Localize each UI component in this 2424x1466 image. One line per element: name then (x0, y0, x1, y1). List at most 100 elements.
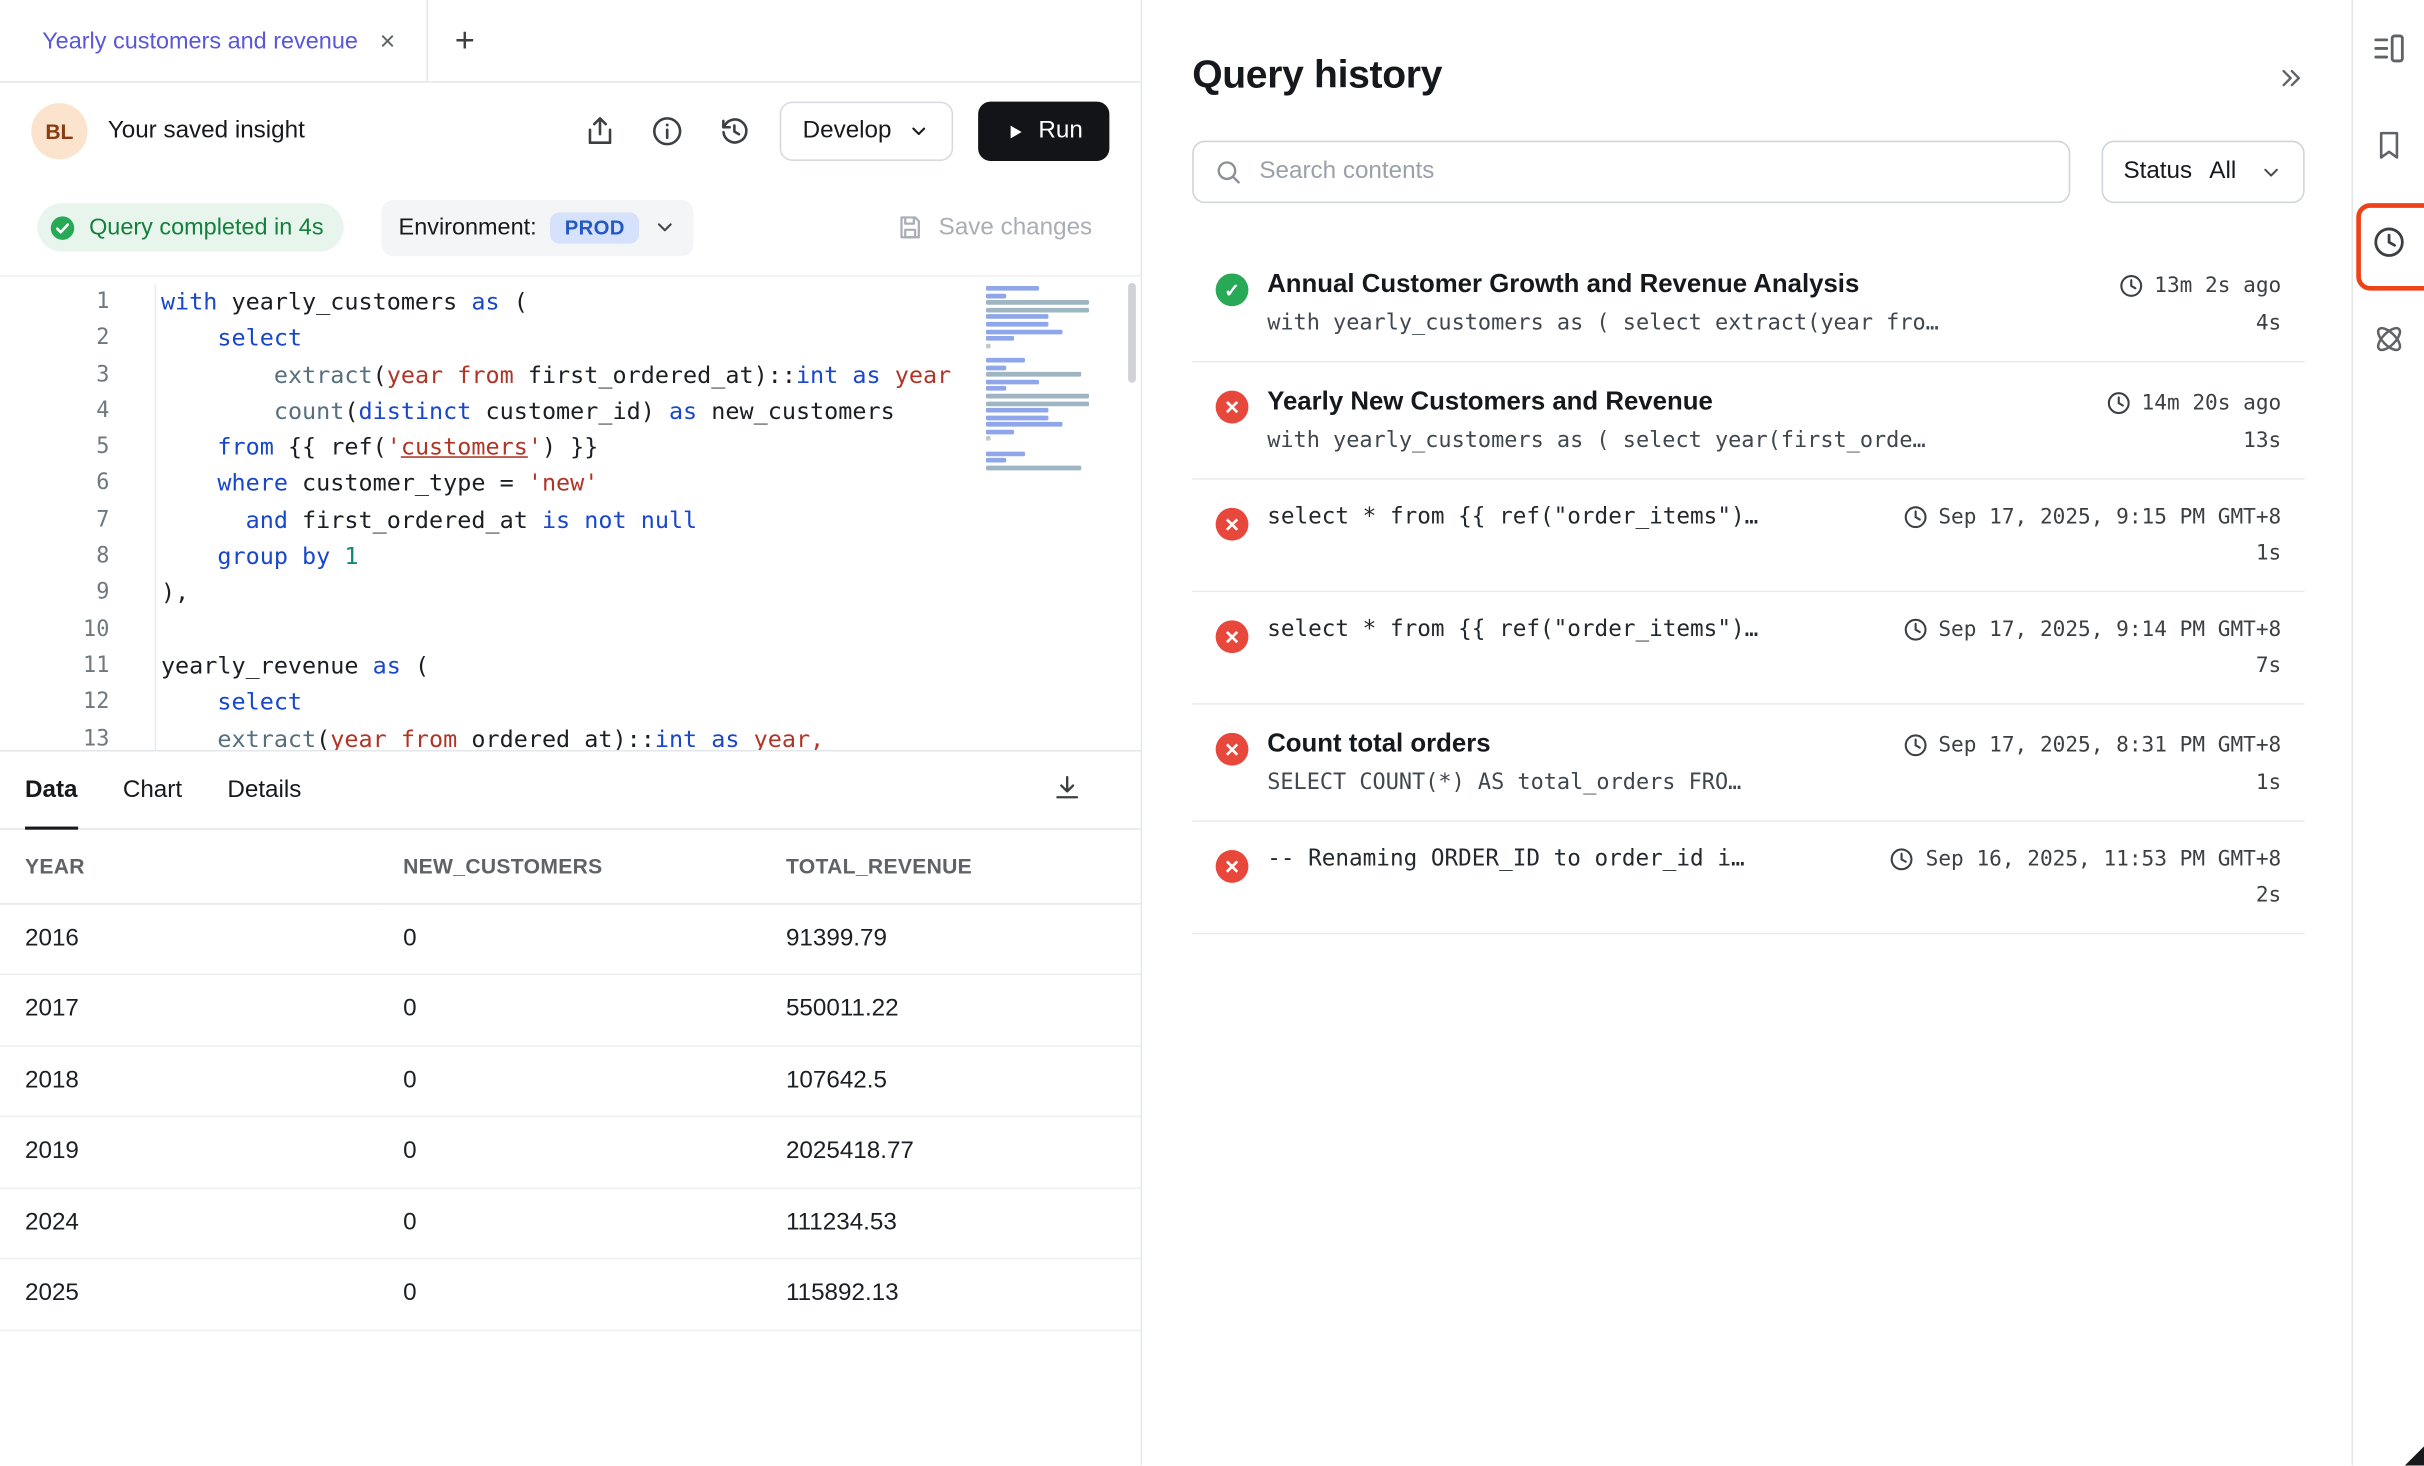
layout-panel-button[interactable] (2369, 28, 2410, 69)
tab-chart[interactable]: Chart (123, 752, 182, 829)
tab-details[interactable]: Details (227, 752, 301, 829)
avatar[interactable]: BL (31, 103, 87, 159)
clock-icon (1902, 505, 1927, 530)
new-tab-button[interactable]: + (455, 20, 475, 61)
code-line[interactable]: 10 (0, 612, 1141, 648)
clock-icon (2118, 273, 2143, 298)
share-icon (582, 114, 616, 148)
history-item-title: Yearly New Customers and Revenue (1267, 388, 1713, 418)
line-number: 4 (0, 394, 109, 430)
editor-pane: Yearly customers and revenue × + BL Your… (0, 0, 1142, 1466)
success-check-icon (48, 213, 76, 241)
table-cell: 2018 (0, 1045, 378, 1116)
table-row[interactable]: 20180107642.5 (0, 1045, 1141, 1116)
error-icon: ✕ (1216, 850, 1249, 883)
code-text: where customer_type = 'new' (155, 466, 1141, 502)
status-bar: Query completed in 4s Environment: PROD … (0, 180, 1141, 275)
success-icon: ✓ (1216, 273, 1249, 306)
history-item[interactable]: ✓Annual Customer Growth and Revenue Anal… (1192, 245, 2305, 362)
code-line[interactable]: 13 extract(year from ordered_at)::int as… (0, 721, 1141, 750)
search-input[interactable] (1192, 141, 2070, 204)
code-line[interactable]: 9), (0, 576, 1141, 612)
status-filter[interactable]: Status All (2102, 141, 2305, 204)
collapse-panel-button[interactable] (2277, 64, 2305, 97)
sql-editor[interactable]: 1with yearly_customers as (2 select3 ext… (0, 275, 1141, 750)
code-text: group by 1 (155, 539, 1141, 575)
history-item[interactable]: ✕-- Renaming ORDER_ID to order_id i…Sep … (1192, 822, 2305, 935)
code-line[interactable]: 1with yearly_customers as ( (0, 284, 1141, 320)
share-button[interactable] (579, 111, 620, 152)
code-line[interactable]: 2 select (0, 321, 1141, 357)
results-table: YEARNEW_CUSTOMERSTOTAL_REVENUE 201609139… (0, 830, 1141, 1331)
table-cell: 0 (378, 1045, 761, 1116)
query-history-header: Query history (1192, 53, 2305, 98)
environment-selector[interactable]: Environment: PROD (381, 199, 693, 255)
history-item[interactable]: ✕select * from {{ ref("order_items")…Sep… (1192, 480, 2305, 593)
line-number: 1 (0, 284, 109, 320)
results-panel: Data Chart Details YEARNEW_CUSTOMERSTOTAL_… (0, 750, 1141, 1466)
code-line[interactable]: 8 group by 1 (0, 539, 1141, 575)
play-icon (1004, 121, 1024, 141)
tab-bar: Yearly customers and revenue × + (0, 0, 1141, 83)
history-icon (717, 114, 751, 148)
history-item-title: select * from {{ ref("order_items")… (1267, 505, 1758, 530)
table-row[interactable]: 20250115892.13 (0, 1259, 1141, 1330)
code-line[interactable]: 4 count(distinct customer_id) as new_cus… (0, 394, 1141, 430)
table-cell: 2017 (0, 974, 378, 1045)
query-status-text: Query completed in 4s (89, 214, 323, 241)
results-tabs: Data Chart Details (25, 752, 301, 829)
table-cell: 2019 (0, 1116, 378, 1187)
table-row[interactable]: 2016091399.79 (0, 903, 1141, 974)
query-history-button[interactable] (2369, 222, 2410, 263)
history-item[interactable]: ✕Count total ordersSep 17, 2025, 8:31 PM… (1192, 705, 2305, 822)
line-number: 13 (0, 721, 109, 750)
download-button[interactable] (1052, 772, 1083, 808)
error-icon: ✕ (1216, 733, 1249, 766)
insight-header: BL Your saved insight Develop Run (0, 83, 1141, 180)
code-line[interactable]: 12 select (0, 685, 1141, 721)
panel-title: Query history (1192, 53, 1442, 98)
editor-scrollbar[interactable] (1128, 283, 1136, 383)
version-history-button[interactable] (714, 111, 755, 152)
code-line[interactable]: 6 where customer_type = 'new' (0, 466, 1141, 502)
right-icon-rail (2352, 0, 2424, 1466)
develop-label: Develop (803, 117, 892, 145)
history-item-preview: SELECT COUNT(*) AS total_orders FRO… (1267, 770, 2237, 795)
table-cell: 0 (378, 1259, 761, 1330)
close-tab-icon[interactable]: × (380, 27, 396, 54)
tab-data[interactable]: Data (25, 752, 78, 829)
save-changes-button[interactable]: Save changes (895, 213, 1092, 243)
history-clock-icon (2370, 223, 2408, 261)
code-text: extract(year from ordered_at)::int as ye… (155, 721, 1141, 750)
double-chevron-right-icon (2277, 64, 2305, 92)
run-button[interactable]: Run (977, 102, 1109, 161)
clock-icon (2106, 390, 2131, 415)
clock-icon (1902, 617, 1927, 642)
insight-title: Your saved insight (108, 117, 305, 145)
history-item[interactable]: ✕Yearly New Customers and Revenue14m 20s… (1192, 363, 2305, 480)
app-root: Yearly customers and revenue × + BL Your… (0, 0, 2424, 1466)
info-button[interactable] (646, 111, 687, 152)
history-item-time: Sep 17, 2025, 9:14 PM GMT+8 (1902, 617, 2281, 642)
history-item-duration: 1s (2256, 770, 2281, 795)
run-label: Run (1038, 117, 1082, 145)
lineage-button[interactable] (2369, 319, 2410, 360)
history-item[interactable]: ✕select * from {{ ref("order_items")…Sep… (1192, 592, 2305, 705)
bookmark-button[interactable] (2369, 125, 2410, 166)
tab-yearly-customers-and-revenue[interactable]: Yearly customers and revenue × (0, 0, 428, 81)
code-line[interactable]: 11yearly_revenue as ( (0, 648, 1141, 684)
error-icon: ✕ (1216, 391, 1249, 424)
code-text (155, 612, 1141, 648)
table-row[interactable]: 20240111234.53 (0, 1188, 1141, 1259)
click-target-highlight (2369, 222, 2410, 263)
search-icon (1214, 158, 1242, 186)
code-line[interactable]: 5 from {{ ref('customers') }} (0, 430, 1141, 466)
minimap[interactable] (986, 286, 1100, 470)
table-cell: 0 (378, 974, 761, 1045)
code-line[interactable]: 3 extract(year from first_ordered_at)::i… (0, 357, 1141, 393)
line-number: 8 (0, 539, 109, 575)
table-row[interactable]: 20170550011.22 (0, 974, 1141, 1045)
table-row[interactable]: 201902025418.77 (0, 1116, 1141, 1187)
code-line[interactable]: 7 and first_ordered_at is not null (0, 503, 1141, 539)
develop-button[interactable]: Develop (779, 102, 952, 161)
